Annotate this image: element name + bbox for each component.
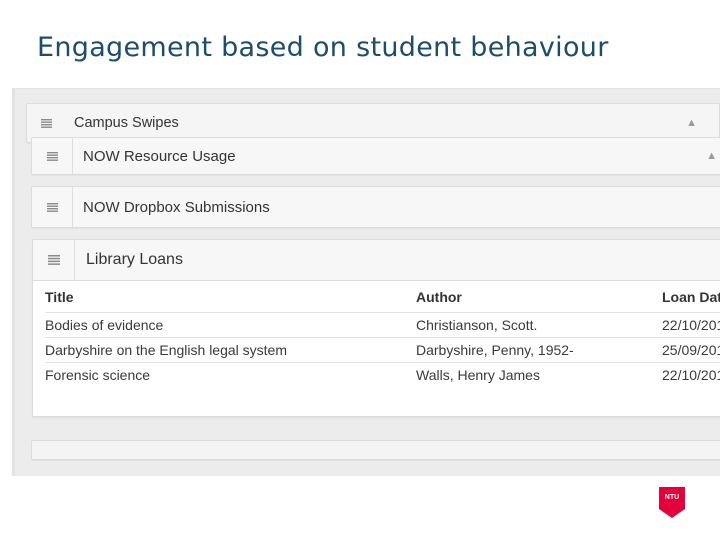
- slide-title: Engagement based on student behaviour: [37, 32, 609, 63]
- cell-loan-date: 25/09/201: [662, 337, 720, 363]
- cell-author: Christianson, Scott.: [416, 312, 662, 338]
- column-header-title[interactable]: Title: [45, 288, 416, 313]
- cell-title: Bodies of evidence: [45, 312, 416, 338]
- menu-icon[interactable]: [32, 138, 73, 174]
- cell-author: Walls, Henry James: [416, 362, 662, 387]
- table-row[interactable]: Forensic science Walls, Henry James 22/1…: [45, 362, 720, 387]
- cell-author: Darbyshire, Penny, 1952-: [416, 337, 662, 363]
- table-row[interactable]: Bodies of evidence Christianson, Scott. …: [45, 312, 720, 338]
- panel-title: NOW Dropbox Submissions: [83, 198, 270, 216]
- panel-resource-usage[interactable]: NOW Resource Usage ▲: [31, 137, 720, 175]
- panel-title: Campus Swipes: [74, 115, 179, 131]
- menu-icon[interactable]: [33, 240, 75, 280]
- panel-header[interactable]: Library Loans: [33, 240, 720, 281]
- cell-title: Forensic science: [45, 362, 416, 387]
- menu-icon[interactable]: [32, 187, 73, 227]
- panel-title: Library Loans: [86, 251, 183, 268]
- logo-text: NTU: [664, 494, 680, 501]
- cell-loan-date: 22/10/201: [662, 362, 720, 387]
- cell-title: Darbyshire on the English legal system: [45, 337, 416, 363]
- column-header-loan-date[interactable]: Loan Dat: [662, 288, 720, 313]
- panel-dropbox-submissions[interactable]: NOW Dropbox Submissions: [31, 186, 720, 228]
- column-header-author[interactable]: Author: [416, 288, 662, 313]
- collapsed-panel: [31, 440, 720, 460]
- cell-loan-date: 22/10/201: [662, 312, 720, 338]
- chevron-up-icon[interactable]: ▲: [686, 117, 697, 129]
- loans-table: Title Author Loan Dat Bodies of evidence…: [45, 288, 720, 387]
- panel-title: NOW Resource Usage: [83, 147, 236, 165]
- table-header-row: Title Author Loan Dat: [45, 288, 720, 313]
- panel-library-loans: Library Loans Title Author Loan Dat Bodi…: [32, 239, 720, 417]
- table-row[interactable]: Darbyshire on the English legal system D…: [45, 337, 720, 363]
- chevron-up-icon[interactable]: ▲: [706, 150, 717, 162]
- ntu-logo: NTU: [659, 487, 685, 518]
